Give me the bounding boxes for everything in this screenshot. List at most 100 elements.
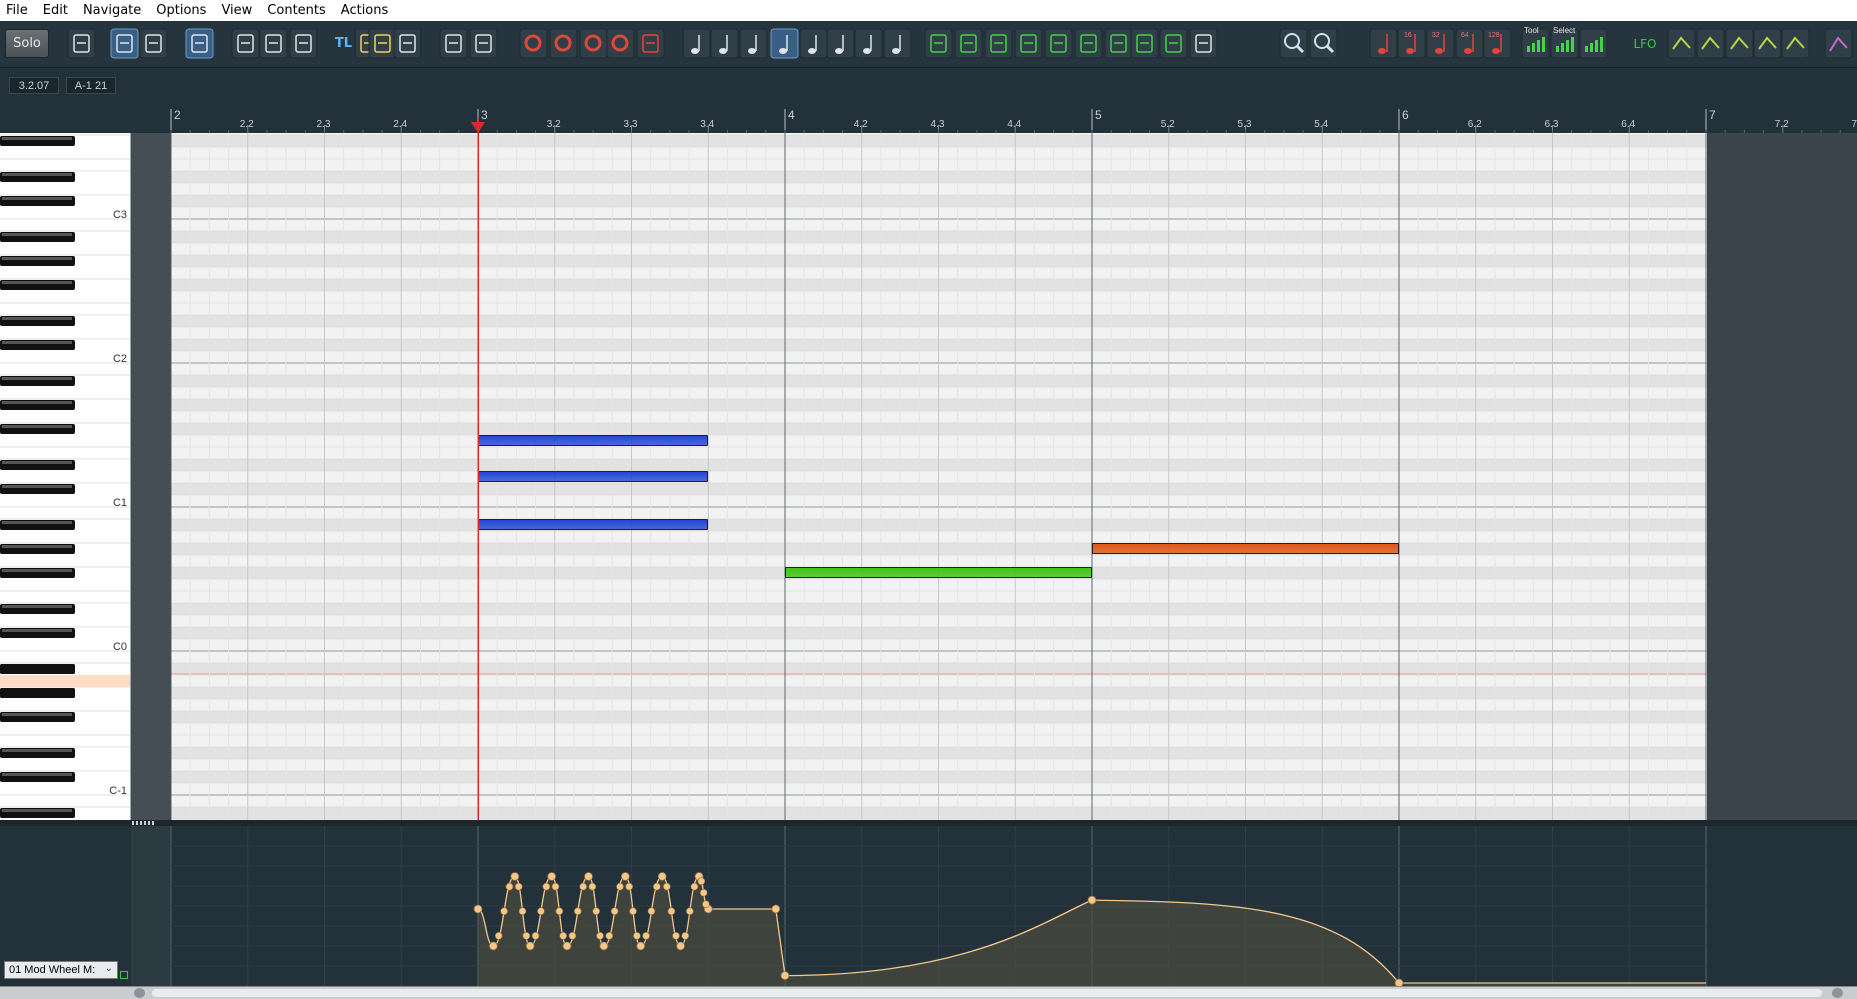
- automation-node[interactable]: [647, 907, 656, 916]
- dotted-note-icon[interactable]: [854, 28, 883, 59]
- playhead-marker-icon[interactable]: [471, 122, 485, 133]
- automation-node[interactable]: [500, 907, 508, 916]
- overdub-icon[interactable]: [549, 28, 578, 59]
- thirtysecond-note-icon[interactable]: [826, 28, 855, 59]
- automation-node[interactable]: [547, 872, 557, 881]
- scrub-icon[interactable]: [289, 28, 318, 59]
- record-icon[interactable]: [519, 28, 548, 59]
- midi-note[interactable]: [478, 471, 709, 482]
- automation-node[interactable]: [522, 932, 531, 940]
- automation-node[interactable]: [620, 872, 630, 881]
- lfo-button[interactable]: LFO: [1630, 29, 1660, 58]
- automation-node[interactable]: [663, 882, 671, 891]
- midi-note[interactable]: [478, 435, 709, 446]
- automation-node[interactable]: [681, 932, 690, 940]
- automation-node[interactable]: [579, 882, 587, 891]
- automation-node[interactable]: [525, 941, 535, 951]
- automation-node[interactable]: [642, 932, 650, 940]
- controller-toggle-icon[interactable]: [120, 971, 128, 979]
- whole-note-icon[interactable]: [682, 28, 711, 59]
- automation-node[interactable]: [555, 907, 564, 916]
- menu-edit[interactable]: Edit: [43, 3, 68, 18]
- automation-node[interactable]: [531, 932, 540, 940]
- menu-actions[interactable]: Actions: [341, 3, 389, 18]
- menu-file[interactable]: File: [6, 3, 28, 18]
- automation-node[interactable]: [697, 877, 706, 886]
- list-view-icon[interactable]: [110, 28, 139, 59]
- automation-node[interactable]: [568, 932, 577, 940]
- velocity-icon[interactable]: [1014, 28, 1043, 59]
- note-display[interactable]: A-1 21: [66, 77, 116, 94]
- automation-node[interactable]: [551, 882, 560, 891]
- midi-note[interactable]: [1092, 543, 1399, 554]
- automation-node[interactable]: [625, 882, 633, 891]
- triplet-note-icon[interactable]: [883, 28, 912, 59]
- notation-view-icon[interactable]: [139, 28, 168, 59]
- automation-node[interactable]: [596, 932, 604, 940]
- automation-node[interactable]: [771, 904, 781, 914]
- midi-note[interactable]: [478, 519, 709, 530]
- menu-view[interactable]: View: [221, 3, 252, 18]
- solo-button[interactable]: Solo: [5, 29, 49, 58]
- edit-tool-icon[interactable]: [1667, 28, 1696, 59]
- automation-node[interactable]: [562, 941, 572, 951]
- automation-node[interactable]: [510, 872, 520, 881]
- timeline-button[interactable]: TL: [330, 29, 357, 58]
- edit-tool-icon[interactable]: [1824, 28, 1853, 59]
- automation-node[interactable]: [514, 882, 523, 891]
- automation-node[interactable]: [636, 941, 646, 951]
- automation-node[interactable]: [588, 882, 597, 891]
- midi-note[interactable]: [785, 567, 1092, 578]
- automation-node[interactable]: [488, 941, 498, 951]
- insert-marker-icon[interactable]: [368, 28, 397, 59]
- zoom-out-icon[interactable]: [1309, 28, 1338, 59]
- scroll-right-icon[interactable]: [1832, 988, 1843, 998]
- splitter-grip-icon[interactable]: [132, 821, 156, 825]
- legato-icon[interactable]: [984, 28, 1013, 59]
- automation-node[interactable]: [672, 932, 680, 940]
- split-icon[interactable]: [1130, 28, 1159, 59]
- automation-node[interactable]: [686, 907, 694, 916]
- eighth-note-icon[interactable]: [770, 28, 799, 59]
- automation-node[interactable]: [699, 888, 708, 897]
- transpose-icon[interactable]: [1044, 28, 1073, 59]
- automation-node[interactable]: [1087, 895, 1097, 905]
- automation-node[interactable]: [657, 872, 667, 881]
- automation-node[interactable]: [537, 907, 545, 916]
- scroll-left-icon[interactable]: [134, 988, 145, 998]
- automation-node[interactable]: [505, 882, 514, 891]
- zoom-in-icon[interactable]: [1279, 28, 1308, 59]
- edit-tool-icon[interactable]: [1753, 28, 1782, 59]
- quantize-button-icon[interactable]: [1369, 28, 1398, 59]
- automation-node[interactable]: [653, 882, 661, 891]
- menu-options[interactable]: Options: [156, 3, 206, 18]
- replace-icon[interactable]: [579, 28, 608, 59]
- menu-contents[interactable]: Contents: [267, 3, 325, 18]
- automation-node[interactable]: [1394, 978, 1404, 986]
- note-grid[interactable]: [171, 133, 1707, 820]
- quarter-note-icon[interactable]: [739, 28, 768, 59]
- automation-node[interactable]: [629, 907, 637, 916]
- automation-node[interactable]: [559, 932, 567, 940]
- snap-icon[interactable]: [231, 28, 260, 59]
- scissors-icon[interactable]: [1104, 28, 1133, 59]
- automation-node[interactable]: [542, 882, 551, 891]
- meter-icon[interactable]: [1579, 28, 1608, 59]
- horizontal-scrollbar[interactable]: [0, 986, 1857, 999]
- piano-keyboard[interactable]: C3 C2 C1 C0 C-1: [0, 133, 131, 820]
- step-forward-icon[interactable]: [469, 28, 498, 59]
- automation-node[interactable]: [605, 932, 614, 940]
- automation-node[interactable]: [702, 900, 710, 909]
- edit-tool-icon[interactable]: [1696, 28, 1725, 59]
- automation-node[interactable]: [494, 932, 503, 940]
- pencil-icon[interactable]: [1189, 28, 1218, 59]
- automation-node[interactable]: [610, 907, 619, 916]
- automation-node[interactable]: [690, 882, 699, 891]
- humanize-icon[interactable]: [954, 28, 983, 59]
- loop-record-icon[interactable]: [606, 28, 635, 59]
- edit-tool-icon[interactable]: [1781, 28, 1810, 59]
- glue-icon[interactable]: [1159, 28, 1188, 59]
- automation-node[interactable]: [599, 941, 609, 951]
- automation-node[interactable]: [616, 882, 624, 891]
- quantize-icon[interactable]: [924, 28, 953, 59]
